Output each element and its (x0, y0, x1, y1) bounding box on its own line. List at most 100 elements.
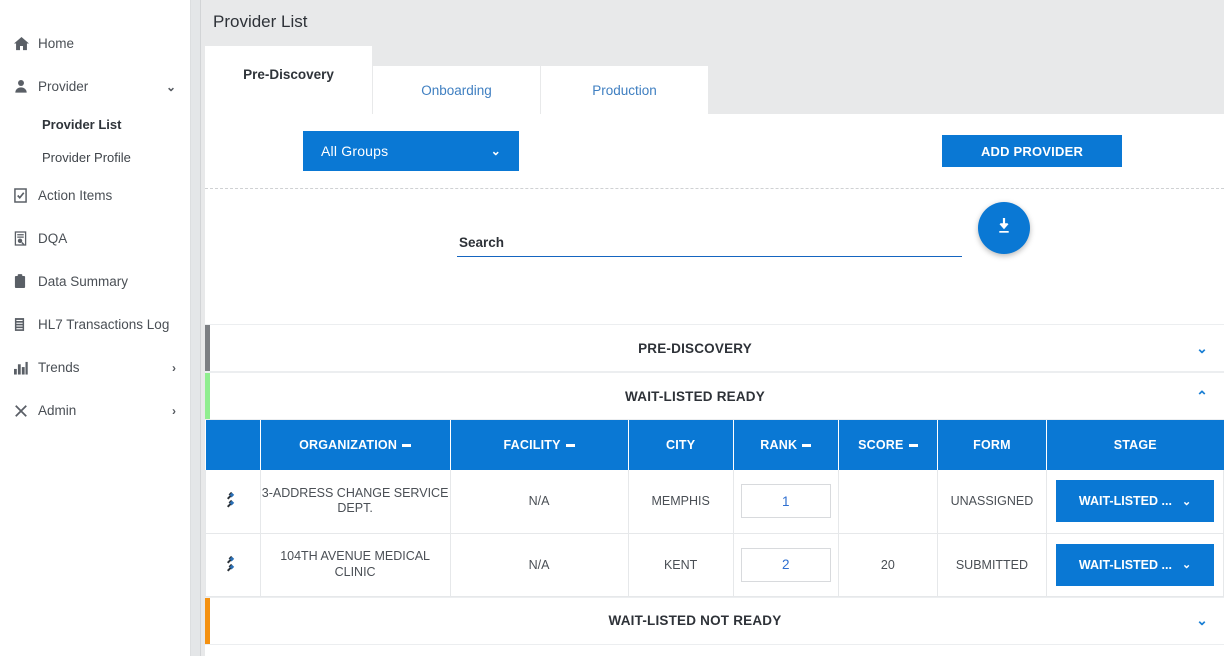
sort-icon[interactable] (909, 444, 918, 447)
column-header-facility[interactable]: FACILITY (450, 420, 628, 470)
chevron-down-icon[interactable]: ⌄ (1180, 612, 1224, 629)
sidebar-subitem-provider-list[interactable]: Provider List (0, 108, 190, 141)
sidebar-divider-scrollbar[interactable] (190, 0, 201, 656)
column-header-score[interactable]: SCORE (838, 420, 937, 470)
tab-bar: Pre-Discovery Onboarding Production (201, 46, 1224, 114)
sidebar-item-dqa[interactable]: DQA (0, 217, 190, 260)
add-provider-button[interactable]: ADD PROVIDER (942, 135, 1122, 167)
user-icon (14, 79, 36, 94)
main-content: Provider List Pre-Discovery Onboarding P… (201, 0, 1224, 656)
chevron-down-icon[interactable]: ⌄ (166, 80, 176, 94)
sort-icon[interactable] (402, 444, 411, 447)
group-filter-label: All Groups (321, 143, 388, 159)
sidebar-item-trends[interactable]: Trends › (0, 346, 190, 389)
accordion-title: WAIT-LISTED NOT READY (210, 613, 1180, 628)
tab-label: Onboarding (421, 83, 492, 98)
sidebar-item-admin[interactable]: Admin › (0, 389, 190, 432)
add-provider-label: ADD PROVIDER (981, 144, 1083, 159)
chevron-right-icon[interactable]: › (172, 361, 176, 375)
table-header-row: ORGANIZATION FACILITY CITY RANK SCORE (206, 420, 1224, 470)
accordion-pre-discovery[interactable]: PRE-DISCOVERY ⌄ (205, 324, 1224, 372)
column-header-city[interactable]: CITY (628, 420, 733, 470)
sidebar-item-hl7-transactions-log[interactable]: HL7 Transactions Log (0, 303, 190, 346)
accordion-title: PRE-DISCOVERY (210, 341, 1180, 356)
table-row[interactable]: 3-ADDRESS CHANGE SERVICE DEPT. N/A MEMPH… (206, 470, 1224, 533)
table-row[interactable]: 104TH AVENUE MEDICAL CLINIC N/A KENT 20 … (206, 533, 1224, 596)
sidebar-item-provider[interactable]: Provider ⌄ (0, 65, 190, 108)
page-title: Provider List (201, 0, 1224, 46)
sort-icon[interactable] (566, 444, 575, 447)
chevron-down-icon: ⌄ (491, 144, 501, 158)
sidebar-item-action-items[interactable]: Action Items (0, 174, 190, 217)
chevron-down-icon[interactable]: ⌄ (1180, 340, 1224, 357)
checklist-icon (14, 188, 36, 203)
tab-pre-discovery[interactable]: Pre-Discovery (205, 46, 373, 114)
toolbar: All Groups ⌄ ADD PROVIDER (205, 114, 1224, 188)
pin-icon[interactable] (226, 491, 239, 511)
cell-rank (733, 470, 838, 533)
cell-city: MEMPHIS (628, 470, 733, 533)
column-header-form[interactable]: FORM (937, 420, 1046, 470)
search-input[interactable] (457, 235, 962, 257)
column-label: FACILITY (504, 438, 561, 452)
cell-score: 20 (838, 533, 937, 596)
sidebar-subitem-label: Provider List (42, 117, 121, 132)
stage-dropdown-button[interactable]: WAIT-LISTED ... ⌄ (1056, 544, 1214, 586)
sidebar: Home Provider ⌄ Provider List Provider P… (0, 0, 190, 656)
sidebar-subitem-label: Provider Profile (42, 150, 131, 165)
sidebar-item-label: Data Summary (36, 274, 176, 289)
stage-label: WAIT-LISTED ... (1079, 494, 1172, 508)
sidebar-item-label: Action Items (36, 188, 176, 203)
tab-onboarding[interactable]: Onboarding (373, 66, 541, 114)
sort-icon[interactable] (802, 444, 811, 447)
column-header-stage[interactable]: STAGE (1047, 420, 1224, 470)
pin-icon[interactable] (226, 555, 239, 575)
sidebar-item-label: Provider (36, 79, 166, 94)
accordion-wait-listed-ready[interactable]: WAIT-LISTED READY ⌃ (205, 372, 1224, 420)
stage-dropdown-button[interactable]: WAIT-LISTED ... ⌄ (1056, 480, 1214, 522)
cell-organization[interactable]: 104TH AVENUE MEDICAL CLINIC (260, 533, 450, 596)
bar-chart-icon (14, 361, 36, 375)
chevron-up-icon[interactable]: ⌃ (1180, 388, 1224, 405)
chevron-down-icon: ⌄ (1182, 558, 1191, 571)
tab-label: Pre-Discovery (243, 67, 334, 82)
sidebar-item-label: Admin (36, 403, 172, 418)
cell-form: UNASSIGNED (937, 470, 1046, 533)
stage-label: WAIT-LISTED ... (1079, 558, 1172, 572)
sidebar-item-data-summary[interactable]: Data Summary (0, 260, 190, 303)
rank-input[interactable] (741, 484, 831, 518)
sidebar-item-label: HL7 Transactions Log (36, 317, 176, 332)
search-region (205, 189, 1224, 324)
sidebar-item-home[interactable]: Home (0, 22, 190, 65)
column-header-organization[interactable]: ORGANIZATION (260, 420, 450, 470)
accordion-wait-listed-not-ready[interactable]: WAIT-LISTED NOT READY ⌄ (205, 597, 1224, 645)
column-label: ORGANIZATION (299, 438, 397, 452)
cell-organization[interactable]: 3-ADDRESS CHANGE SERVICE DEPT. (260, 470, 450, 533)
cell-facility: N/A (450, 470, 628, 533)
cell-pin[interactable] (206, 470, 261, 533)
rank-input[interactable] (741, 548, 831, 582)
tab-production[interactable]: Production (541, 66, 709, 114)
cell-pin[interactable] (206, 533, 261, 596)
group-filter-dropdown[interactable]: All Groups ⌄ (303, 131, 519, 171)
search-field-wrapper (457, 234, 962, 257)
accordion-title: WAIT-LISTED READY (210, 389, 1180, 404)
download-button[interactable] (978, 202, 1030, 254)
app-root: Home Provider ⌄ Provider List Provider P… (0, 0, 1224, 656)
column-header-pin (206, 420, 261, 470)
cell-facility: N/A (450, 533, 628, 596)
log-icon (14, 317, 36, 332)
chevron-down-icon: ⌄ (1182, 495, 1191, 508)
cell-score (838, 470, 937, 533)
clipboard-icon (14, 274, 36, 289)
column-header-rank[interactable]: RANK (733, 420, 838, 470)
sidebar-subitem-provider-profile[interactable]: Provider Profile (0, 141, 190, 174)
home-icon (14, 36, 36, 51)
column-label: CITY (666, 438, 695, 452)
tab-panel: All Groups ⌄ ADD PROVIDER (205, 114, 1224, 656)
chevron-right-icon[interactable]: › (172, 404, 176, 418)
provider-table: ORGANIZATION FACILITY CITY RANK SCORE (205, 420, 1224, 597)
data-quality-icon (14, 231, 36, 246)
sidebar-item-label: Trends (36, 360, 172, 375)
download-icon (994, 216, 1014, 241)
